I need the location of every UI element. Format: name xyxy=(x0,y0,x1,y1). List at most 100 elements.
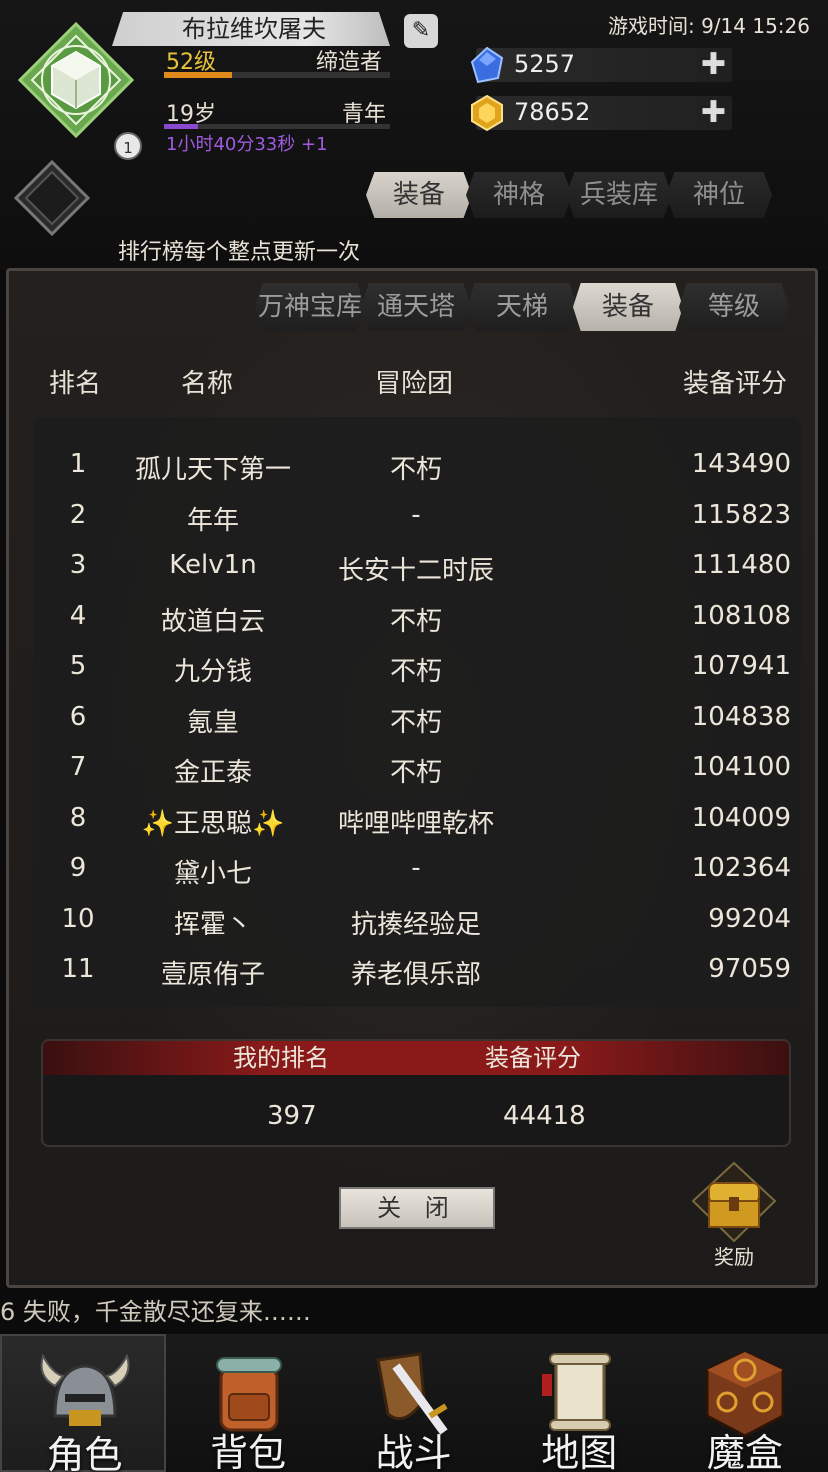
tab-equipment-rank[interactable]: 装备 xyxy=(573,283,683,331)
nav-battle[interactable]: 战斗 xyxy=(331,1334,497,1472)
my-rank-value: 397 xyxy=(267,1101,317,1131)
tab-divinity[interactable]: 神格 xyxy=(466,172,572,218)
bottom-nav: 角色 背包 战斗 地图 魔盒 xyxy=(0,1334,828,1472)
table-row[interactable]: 8 ✨王思聪✨ 哔哩哔哩乾杯 104009 xyxy=(33,793,801,843)
my-ranking-header: 我的排名 装备评分 xyxy=(43,1041,789,1075)
xp-bar-fill xyxy=(164,72,232,78)
edit-name-button[interactable]: ✎ xyxy=(404,14,438,48)
age-bar-fill xyxy=(164,124,198,129)
tab-pantheon-vault[interactable]: 万神宝库 xyxy=(255,283,365,331)
currency-gold: 78652 ✚ xyxy=(471,94,732,132)
column-team: 冒险团 xyxy=(375,369,454,399)
score-cell: 111480 xyxy=(691,550,791,580)
table-row[interactable]: 11 壹原侑子 养老俱乐部 97059 xyxy=(33,944,801,994)
currency-gem: 5257 ✚ xyxy=(470,46,732,84)
rank-cell: 3 xyxy=(69,550,87,580)
score-cell: 104838 xyxy=(691,701,791,732)
score-cell: 107941 xyxy=(691,651,791,681)
score-cell: 143490 xyxy=(691,449,791,479)
team-cell: 抗揍经验足 xyxy=(350,909,481,940)
nav-label: 角色 xyxy=(46,1433,123,1472)
player-name-cell: 氪皇 xyxy=(186,707,239,738)
score-cell: 99204 xyxy=(708,903,791,934)
my-rank-label: 我的排名 xyxy=(233,1044,329,1072)
score-cell: 108108 xyxy=(691,600,791,631)
side-menu-button[interactable] xyxy=(13,159,91,237)
main-tabs: 装备 神格 兵装库 神位 xyxy=(366,172,772,218)
close-button[interactable]: 关 闭 xyxy=(339,1187,495,1229)
table-row[interactable]: 7 金正泰 不朽 104100 xyxy=(33,742,801,792)
leaderboard-tabs: 万神宝库 通天塔 天梯 装备 等级 xyxy=(255,283,789,331)
rank-cell: 11 xyxy=(61,954,95,984)
nav-character[interactable]: 角色 xyxy=(0,1334,166,1472)
blue-gem-icon xyxy=(470,46,504,84)
table-row[interactable]: 4 故道白云 不朽 108108 xyxy=(33,591,801,641)
player-name-cell: Kelv1n xyxy=(169,550,257,580)
score-cell: 104009 xyxy=(691,802,791,833)
team-cell: 不朽 xyxy=(389,606,442,637)
rank-cell: 2 xyxy=(69,499,87,530)
score-cell: 102364 xyxy=(691,853,791,883)
ranking-table: 1 孤儿天下第一 不朽 143490 2 年年 -115823 3 Kelv1n 长安十二时辰 11… xyxy=(33,417,801,1007)
table-row[interactable]: 10 挥霍丶 抗揍经验足 99204 xyxy=(33,894,801,944)
team-cell: 哔哩哔哩乾杯 xyxy=(337,808,494,839)
tab-armory[interactable]: 兵装库 xyxy=(566,172,672,218)
score-cell: 104100 xyxy=(691,752,791,782)
player-name-cell: 故道白云 xyxy=(160,606,265,637)
add-gold-button[interactable]: ✚ xyxy=(701,96,726,130)
column-rank: 排名 xyxy=(49,369,102,399)
nav-magic-box[interactable]: 魔盒 xyxy=(662,1334,828,1472)
my-score-value: 44418 xyxy=(503,1101,586,1131)
tab-equipment[interactable]: 装备 xyxy=(366,172,472,218)
table-row[interactable]: 3 Kelv1n 长安十二时辰 111480 xyxy=(33,540,801,590)
player-name-cell: 九分钱 xyxy=(173,657,252,687)
age-timer: 1小时40分33秒 +1 xyxy=(166,134,328,155)
rank-cell: 8 xyxy=(69,802,87,833)
nav-label: 战斗 xyxy=(375,1431,452,1472)
xp-bar xyxy=(164,72,390,78)
avatar-badge: 1 xyxy=(114,132,142,160)
team-cell: 长安十二时辰 xyxy=(337,556,494,586)
player-name-cell: 孤儿天下第一 xyxy=(134,455,291,485)
table-row[interactable]: 9 黛小七 - 102364 xyxy=(33,843,801,893)
my-ranking-box: 我的排名 装备评分 397 44418 xyxy=(41,1039,791,1147)
rank-cell: 5 xyxy=(69,651,87,681)
gem-count: 5257 xyxy=(514,50,576,78)
table-row[interactable]: 6 氪皇 不朽 104838 xyxy=(33,692,801,742)
rank-cell: 7 xyxy=(69,752,87,782)
nav-backpack[interactable]: 背包 xyxy=(166,1334,332,1472)
game-time: 游戏时间: 9/14 15:26 xyxy=(607,14,810,38)
player-name-cell: 黛小七 xyxy=(173,859,252,889)
leaderboard-panel: 万神宝库 通天塔 天梯 装备 等级 排名 名称 冒险团 装备评分 1 孤儿天下第一… xyxy=(6,268,818,1288)
diamond-frame-icon xyxy=(13,159,91,237)
gold-count: 78652 xyxy=(514,98,591,126)
nav-label: 背包 xyxy=(210,1431,287,1472)
add-gem-button[interactable]: ✚ xyxy=(701,48,726,82)
tab-ladder[interactable]: 天梯 xyxy=(467,283,577,331)
team-cell: 不朽 xyxy=(389,657,442,687)
age-bar xyxy=(164,124,390,129)
rank-cell: 10 xyxy=(61,903,95,934)
treasure-chest-icon xyxy=(691,1161,777,1243)
tab-level-rank[interactable]: 等级 xyxy=(679,283,789,331)
player-header: 1 布拉维坎屠夫 ✎ 52级 缔造者 19岁 青年 1小时40分33秒 +1 游… xyxy=(0,0,828,270)
score-cell: 97059 xyxy=(708,954,791,984)
table-row[interactable]: 5 九分钱 不朽 107941 xyxy=(33,641,801,691)
tab-sky-tower[interactable]: 通天塔 xyxy=(361,283,471,331)
table-row[interactable]: 1 孤儿天下第一 不朽 143490 xyxy=(33,439,801,489)
nav-label: 地图 xyxy=(541,1431,618,1472)
gold-gem-icon xyxy=(471,94,503,132)
table-row[interactable]: 2 年年 - 115823 xyxy=(33,490,801,540)
team-cell: - xyxy=(411,853,421,883)
team-cell: 不朽 xyxy=(389,455,442,485)
rank-cell: 9 xyxy=(69,853,87,883)
rank-cell: 1 xyxy=(69,449,87,479)
team-cell: - xyxy=(411,499,421,530)
player-name-cell: 壹原侑子 xyxy=(160,960,265,990)
team-cell: 不朽 xyxy=(389,758,442,788)
reward-button[interactable]: 奖励 xyxy=(689,1161,779,1271)
nav-map[interactable]: 地图 xyxy=(497,1334,663,1472)
tab-god-rank[interactable]: 神位 xyxy=(666,172,772,218)
nav-label: 魔盒 xyxy=(706,1431,783,1472)
event-ticker: 6 失败，千金散尽还复来…… xyxy=(0,1298,311,1326)
